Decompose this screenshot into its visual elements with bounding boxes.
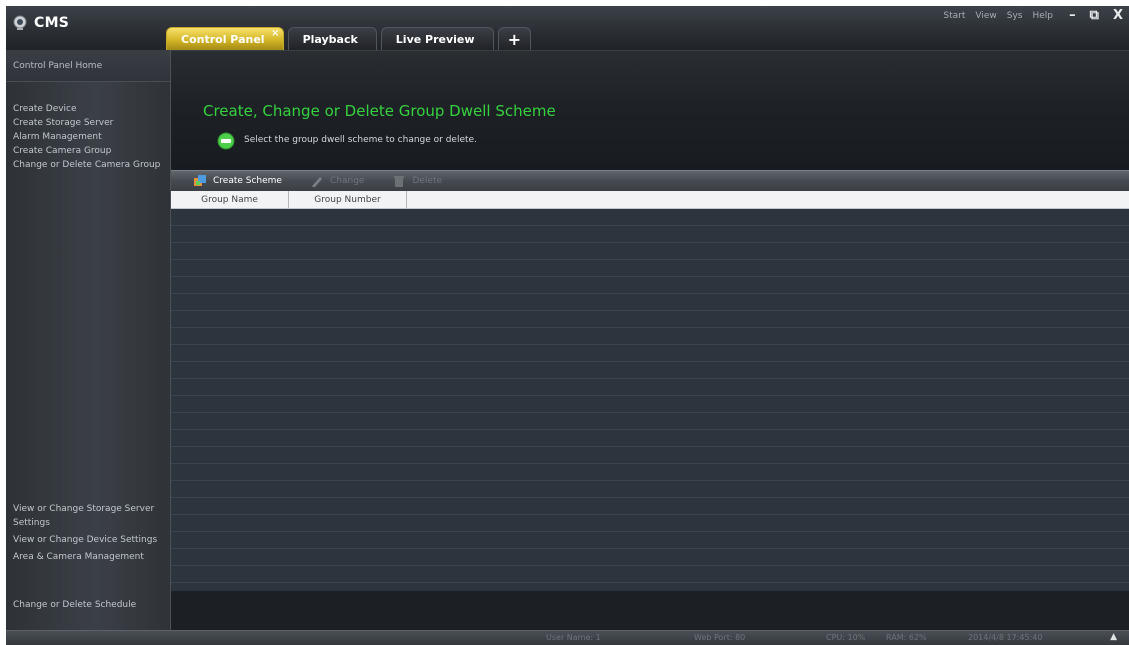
info-circle-icon (217, 132, 235, 150)
sidebar-item-area-camera[interactable]: Area & Camera Management (13, 550, 173, 564)
chevron-up-icon[interactable]: ▲ (1110, 632, 1117, 642)
sidebar-top-list: Create Device Create Storage Server Alar… (13, 102, 169, 172)
sidebar: Control Panel Home Create Device Create … (6, 50, 171, 630)
table-body (171, 209, 1129, 591)
title-bar: CMS Control Panel × Playback Live Previe… (6, 6, 1129, 50)
menu-help[interactable]: Help (1032, 11, 1053, 21)
create-scheme-icon (194, 175, 206, 186)
pencil-icon (311, 177, 322, 187)
table-header: Group Name Group Number (171, 191, 1129, 209)
window-controls: – ⧉ X (1069, 8, 1123, 23)
add-tab-button[interactable]: + (497, 27, 531, 50)
sidebar-item-create-device[interactable]: Create Device (13, 102, 169, 116)
tab-bar: Control Panel × Playback Live Preview + (166, 26, 531, 50)
sidebar-item-create-storage-server[interactable]: Create Storage Server (13, 116, 169, 130)
create-scheme-label: Create Scheme (213, 176, 282, 186)
change-label: Change (329, 176, 365, 186)
change-button[interactable]: Change (310, 174, 364, 188)
main-footer (171, 591, 1129, 630)
app-title: CMS (34, 15, 70, 31)
restore-icon[interactable]: ⧉ (1090, 8, 1099, 23)
create-scheme-button[interactable]: Create Scheme (193, 174, 282, 188)
main-header: Create, Change or Delete Group Dwell Sch… (171, 50, 1129, 171)
tab-label: Playback (302, 32, 358, 46)
page-title: Create, Change or Delete Group Dwell Sch… (203, 102, 556, 120)
trash-icon (394, 176, 405, 187)
status-ram: RAM: 62% (886, 633, 927, 642)
status-datetime: 2014/4/8 17:45:40 (968, 633, 1043, 642)
status-web-port: Web Port: 80 (694, 633, 746, 642)
sidebar-item-home[interactable]: Control Panel Home (6, 50, 170, 82)
tab-label: Control Panel (181, 32, 265, 46)
menu-sys[interactable]: Sys (1007, 11, 1023, 21)
column-group-number[interactable]: Group Number (289, 191, 407, 208)
camera-logo-icon (13, 15, 27, 30)
delete-button[interactable]: Delete (392, 174, 442, 188)
main-panel: Create, Change or Delete Group Dwell Sch… (171, 50, 1129, 630)
toolbar: Create Scheme Change Delete (171, 170, 1129, 191)
tab-close-icon[interactable]: × (271, 28, 279, 39)
tab-control-panel[interactable]: Control Panel × (166, 27, 284, 50)
menu-view[interactable]: View (975, 11, 996, 21)
column-group-name[interactable]: Group Name (171, 191, 289, 208)
tab-label: Live Preview (395, 32, 475, 46)
sidebar-item-alarm-management[interactable]: Alarm Management (13, 130, 169, 144)
minimize-icon[interactable]: – (1069, 8, 1076, 23)
status-bar: User Name: 1 Web Port: 80 CPU: 10% RAM: … (6, 630, 1129, 645)
sidebar-item-storage-settings[interactable]: View or Change Storage Server Settings (13, 502, 173, 530)
delete-label: Delete (412, 176, 443, 186)
page-subtitle: Select the group dwell scheme to change … (244, 135, 477, 145)
sidebar-item-device-settings[interactable]: View or Change Device Settings (13, 533, 173, 547)
status-cpu: CPU: 10% (826, 633, 866, 642)
status-user: User Name: 1 (546, 633, 601, 642)
tab-playback[interactable]: Playback (287, 27, 377, 50)
cms-window: CMS Control Panel × Playback Live Previe… (6, 6, 1129, 645)
menu-start[interactable]: Start (943, 11, 965, 21)
sidebar-item-change-delete-camera-group[interactable]: Change or Delete Camera Group (13, 158, 169, 172)
sidebar-item-schedule[interactable]: Change or Delete Schedule (13, 600, 136, 610)
sidebar-item-create-camera-group[interactable]: Create Camera Group (13, 144, 169, 158)
close-icon[interactable]: X (1113, 8, 1123, 23)
top-menu: Start View Sys Help (943, 11, 1053, 21)
app-logo: CMS (12, 12, 69, 34)
sidebar-bottom-list: View or Change Storage Server Settings V… (13, 502, 173, 567)
tab-live-preview[interactable]: Live Preview (380, 27, 494, 50)
